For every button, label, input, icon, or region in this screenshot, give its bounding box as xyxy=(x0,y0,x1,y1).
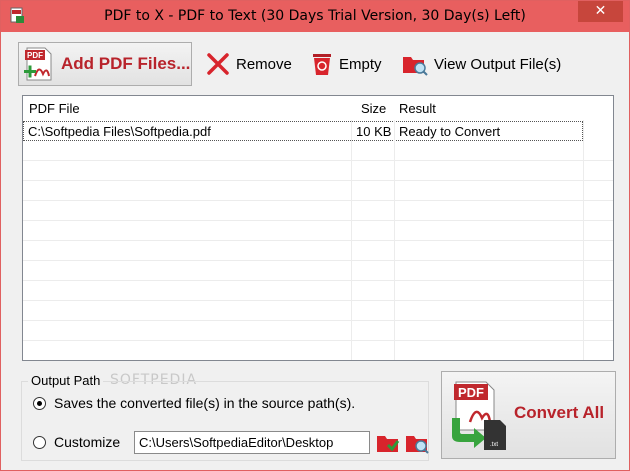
svg-text:.txt: .txt xyxy=(490,442,498,448)
grid-line xyxy=(23,220,613,221)
grid-line xyxy=(23,180,613,181)
customize-label[interactable]: Customize xyxy=(54,434,120,450)
column-divider xyxy=(394,120,395,360)
grid-line xyxy=(23,340,613,341)
grid-line xyxy=(23,240,613,241)
row-file-path: C:\Softpedia Files\Softpedia.pdf xyxy=(28,124,211,139)
recycle-bin-icon xyxy=(313,54,331,75)
title-bar[interactable]: PDF to X - PDF to Text (30 Days Trial Ve… xyxy=(1,1,629,32)
convert-pdf-to-txt-icon: PDF .txt xyxy=(452,381,506,450)
list-header: PDF File Size Result xyxy=(23,96,613,120)
open-folder-search-icon[interactable] xyxy=(405,431,429,455)
browse-folder-icon[interactable] xyxy=(376,431,400,455)
close-button[interactable]: ✕ xyxy=(578,1,623,22)
remove-button[interactable]: Remove xyxy=(206,50,292,78)
column-header-result[interactable]: Result xyxy=(399,101,436,116)
column-divider xyxy=(583,120,584,360)
add-pdf-files-label: Add PDF Files... xyxy=(61,54,191,73)
view-output-files-label: View Output File(s) xyxy=(434,55,562,73)
pdf-file-list[interactable]: PDF File Size Result C:\Softpedia Files\… xyxy=(22,95,614,361)
remove-x-icon xyxy=(207,53,229,75)
grid-line xyxy=(23,160,613,161)
grid-line xyxy=(23,260,613,261)
grid-line xyxy=(23,320,613,321)
column-header-size[interactable]: Size xyxy=(361,101,386,116)
add-pdf-files-button[interactable]: PDF Add PDF Files... xyxy=(18,42,192,86)
svg-text:PDF: PDF xyxy=(27,51,43,60)
row-result: Ready to Convert xyxy=(399,124,501,139)
view-output-files-button[interactable]: View Output File(s) xyxy=(402,50,561,78)
source-path-label[interactable]: Saves the converted file(s) in the sourc… xyxy=(54,395,355,411)
client-area: PDF Add PDF Files... Remove Empty View O… xyxy=(8,32,622,465)
add-pdf-icon: PDF xyxy=(24,47,52,81)
remove-label: Remove xyxy=(236,55,292,73)
customize-radio[interactable] xyxy=(33,436,46,449)
output-path-group: Output Path Saves the converted file(s) … xyxy=(21,373,429,461)
column-header-pdf-file[interactable]: PDF File xyxy=(29,101,80,116)
svg-text:PDF: PDF xyxy=(458,385,484,400)
table-row[interactable]: C:\Softpedia Files\Softpedia.pdf 10 KB R… xyxy=(23,121,583,141)
folder-search-icon xyxy=(403,57,428,76)
output-path-input[interactable]: C:\Users\SoftpediaEditor\Desktop xyxy=(134,431,370,454)
source-path-radio[interactable] xyxy=(33,397,46,410)
empty-label: Empty xyxy=(339,55,382,73)
app-window: PDF to X - PDF to Text (30 Days Trial Ve… xyxy=(0,0,630,471)
column-divider xyxy=(351,120,352,360)
grid-line xyxy=(23,200,613,201)
row-size: 10 KB xyxy=(356,124,392,139)
window-title: PDF to X - PDF to Text (30 Days Trial Ve… xyxy=(104,8,526,24)
grid-line xyxy=(23,280,613,281)
output-path-label: Output Path xyxy=(28,373,104,388)
convert-all-button[interactable]: PDF .txt Convert All xyxy=(441,371,616,459)
convert-all-label: Convert All xyxy=(514,403,605,422)
empty-button[interactable]: Empty xyxy=(311,50,382,78)
grid-line xyxy=(23,300,613,301)
